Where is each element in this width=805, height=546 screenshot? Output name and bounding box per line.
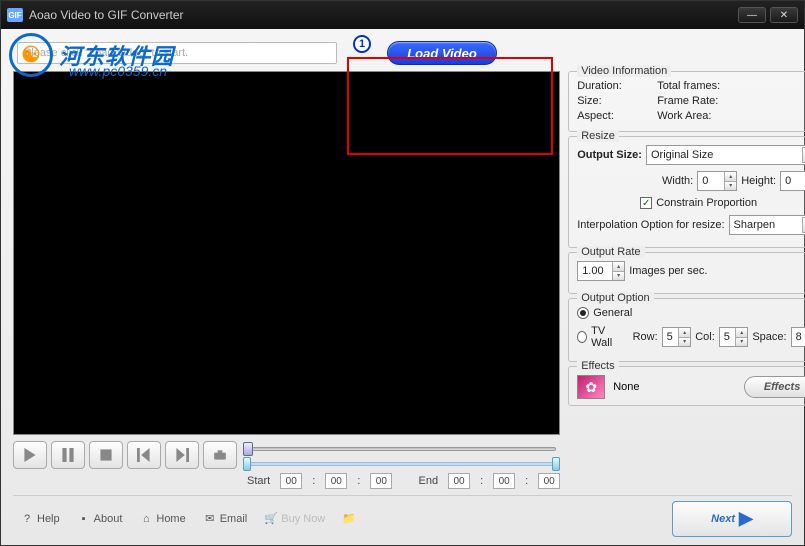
minimize-button[interactable]: —	[738, 7, 766, 23]
cart-icon: 🛒	[265, 513, 277, 525]
video-preview	[13, 71, 560, 435]
start-hh[interactable]: 00	[280, 473, 302, 489]
output-rate-legend: Output Rate	[577, 246, 644, 258]
tvwall-label: TV Wall	[591, 325, 621, 349]
prev-button[interactable]	[127, 441, 161, 469]
duration-label: Duration:	[577, 80, 627, 92]
effects-legend: Effects	[577, 360, 618, 372]
effect-value: None	[613, 381, 736, 393]
stop-button[interactable]	[89, 441, 123, 469]
titlebar: GIF Aoao Video to GIF Converter — ✕	[1, 1, 804, 29]
start-ss[interactable]: 00	[370, 473, 392, 489]
resize-legend: Resize	[577, 130, 619, 142]
row-input[interactable]: 5▴▾	[662, 327, 692, 347]
totalframes-label: Total frames:	[657, 80, 747, 92]
col-input[interactable]: 5▴▾	[719, 327, 749, 347]
help-link[interactable]: ?Help	[21, 513, 60, 525]
help-icon: ?	[21, 513, 33, 525]
resize-group: Resize Output Size: Original Size▾ Width…	[568, 136, 805, 248]
output-option-legend: Output Option	[577, 292, 654, 304]
end-hh[interactable]: 00	[448, 473, 470, 489]
height-label: Height:	[741, 175, 776, 187]
general-label: General	[593, 307, 632, 319]
end-label: End	[418, 475, 438, 487]
app-icon: GIF	[7, 8, 23, 22]
email-icon: ✉	[204, 513, 216, 525]
range-start-thumb[interactable]	[243, 457, 251, 471]
space-input[interactable]: 8▴▾	[791, 327, 805, 347]
rate-unit: Images per sec.	[629, 265, 707, 277]
app-window: GIF Aoao Video to GIF Converter — ✕ ☯ 河东…	[0, 0, 805, 546]
width-input[interactable]: 0▴▾	[697, 171, 737, 191]
window-title: Aoao Video to GIF Converter	[29, 8, 738, 22]
col-label: Col:	[695, 331, 715, 343]
space-label: Space:	[752, 331, 786, 343]
width-label: Width:	[662, 175, 693, 187]
outputsize-select[interactable]: Original Size▾	[646, 145, 805, 165]
about-icon: ▪	[78, 513, 90, 525]
effect-preview-icon: ✿	[577, 375, 605, 399]
snapshot-button[interactable]	[203, 441, 237, 469]
interp-label: Interpolation Option for resize:	[577, 219, 724, 231]
video-info-group: Video Information Duration:Total frames:…	[568, 71, 805, 132]
workarea-label: Work Area:	[657, 110, 747, 122]
effects-group: Effects ✿ None Effects	[568, 366, 805, 406]
output-option-group: Output Option General TV Wall Row: 5▴▾ C…	[568, 298, 805, 362]
email-link[interactable]: ✉Email	[204, 513, 248, 525]
general-radio[interactable]	[577, 307, 589, 319]
effects-button[interactable]: Effects	[744, 376, 805, 398]
annotation-callout-1: 1	[353, 35, 371, 53]
next-button[interactable]	[165, 441, 199, 469]
start-mm[interactable]: 00	[325, 473, 347, 489]
row-label: Row:	[633, 331, 658, 343]
home-icon: ⌂	[140, 513, 152, 525]
end-mm[interactable]: 00	[493, 473, 515, 489]
video-path-input[interactable]: Please click "Load Video" to start.	[17, 42, 337, 64]
height-input[interactable]: 0▴▾	[780, 171, 805, 191]
folder-icon: 📁	[343, 513, 355, 525]
framerate-label: Frame Rate:	[657, 95, 747, 107]
seek-thumb[interactable]	[243, 442, 253, 456]
seek-slider[interactable]	[243, 443, 560, 455]
home-link[interactable]: ⌂Home	[140, 513, 185, 525]
load-video-button[interactable]: Load Video	[387, 41, 497, 65]
interp-select[interactable]: Sharpen▾	[729, 215, 805, 235]
pause-button[interactable]	[51, 441, 85, 469]
range-slider[interactable]	[243, 459, 560, 469]
folder-link[interactable]: 📁	[343, 513, 355, 525]
range-end-thumb[interactable]	[552, 457, 560, 471]
end-ss[interactable]: 00	[538, 473, 560, 489]
buy-link[interactable]: 🛒Buy Now	[265, 513, 325, 525]
about-link[interactable]: ▪About	[78, 513, 123, 525]
close-button[interactable]: ✕	[770, 7, 798, 23]
size-label: Size:	[577, 95, 627, 107]
constrain-checkbox[interactable]: ✓Constrain Proportion	[640, 197, 757, 209]
client-area: ☯ 河东软件园 www.pc0359.cn 1 Please click "Lo…	[1, 29, 804, 545]
arrow-right-icon: ▶	[739, 508, 753, 529]
play-button[interactable]	[13, 441, 47, 469]
aspect-label: Aspect:	[577, 110, 627, 122]
rate-input[interactable]: 1.00▴▾	[577, 261, 625, 281]
next-button[interactable]: Next▶	[672, 501, 792, 537]
constrain-label: Constrain Proportion	[656, 197, 757, 209]
outputsize-label: Output Size:	[577, 149, 642, 161]
start-label: Start	[247, 475, 270, 487]
tvwall-radio[interactable]	[577, 331, 587, 343]
output-rate-group: Output Rate 1.00▴▾ Images per sec.	[568, 252, 805, 294]
